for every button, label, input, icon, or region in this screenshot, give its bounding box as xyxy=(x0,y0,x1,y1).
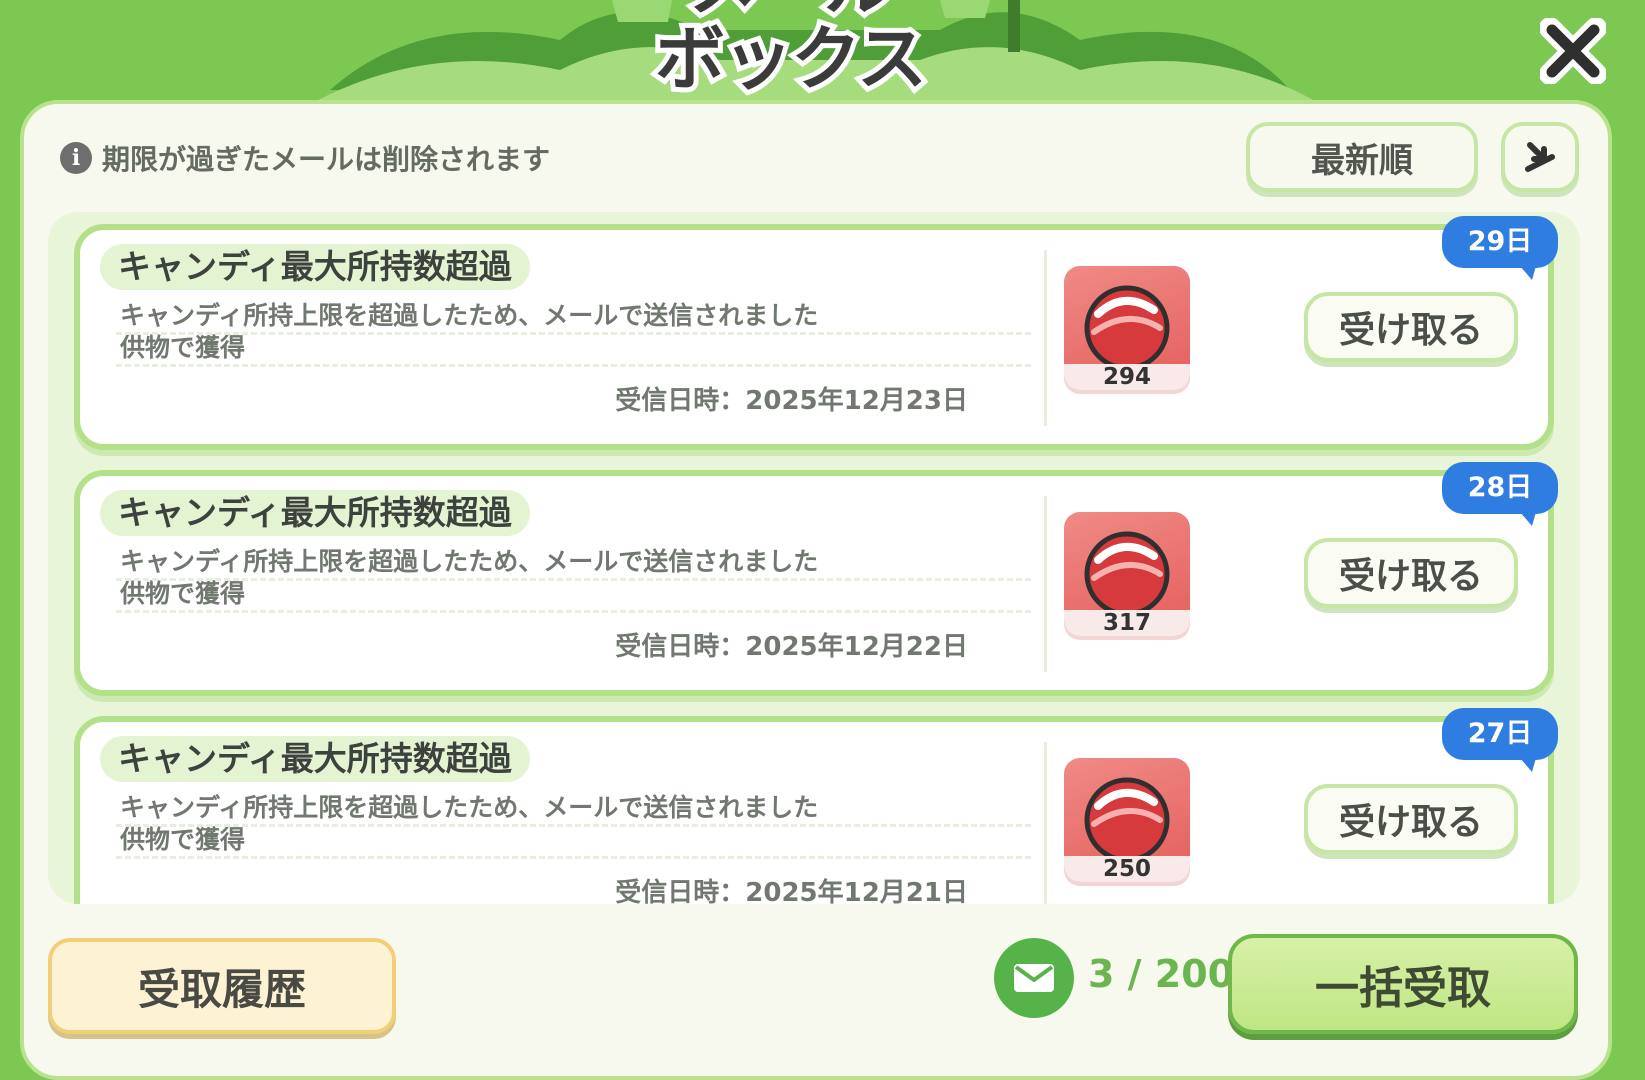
days-remaining-badge: 27日 xyxy=(1442,708,1558,772)
mail-list[interactable]: キャンディ最大所持数超過 キャンディ所持上限を超過したため、メールで送信されまし… xyxy=(48,212,1580,904)
divider xyxy=(116,856,1031,859)
mail-title: キャンディ最大所持数超過 xyxy=(100,244,530,290)
received-date: 受信日時：2025年12月22日 xyxy=(615,632,968,662)
bulk-receive-button[interactable]: 一括受取 xyxy=(1228,934,1578,1034)
expiry-notice: i 期限が過ぎたメールは削除されます xyxy=(60,138,550,178)
mail-item: キャンディ最大所持数超過 キャンディ所持上限を超過したため、メールで送信されまし… xyxy=(74,708,1558,904)
mail-icon xyxy=(994,938,1074,1018)
receive-history-button[interactable]: 受取履歴 xyxy=(48,938,396,1034)
expiry-notice-text: 期限が過ぎたメールは削除されます xyxy=(102,143,551,176)
divider xyxy=(116,332,1031,335)
receive-button[interactable]: 受け取る xyxy=(1304,538,1518,608)
reward-count: 317 xyxy=(1102,610,1151,636)
reward-item: 317 xyxy=(1064,512,1190,636)
sort-direction-icon xyxy=(1525,142,1555,172)
sort-direction-button[interactable] xyxy=(1501,122,1579,192)
mail-item: キャンディ最大所持数超過 キャンディ所持上限を超過したため、メールで送信されまし… xyxy=(74,216,1558,450)
mail-item: キャンディ最大所持数超過 キャンディ所持上限を超過したため、メールで送信されまし… xyxy=(74,462,1558,696)
received-date: 受信日時：2025年12月21日 xyxy=(615,878,968,904)
divider xyxy=(1044,496,1047,672)
info-icon: i xyxy=(60,142,92,174)
receive-button[interactable]: 受け取る xyxy=(1304,784,1518,854)
mail-title: キャンディ最大所持数超過 xyxy=(100,490,530,536)
receive-button[interactable]: 受け取る xyxy=(1304,292,1518,362)
mail-count: 3 / 200 xyxy=(1088,952,1235,996)
sort-order-button[interactable]: 最新順 xyxy=(1246,122,1478,192)
divider xyxy=(1044,250,1047,426)
divider xyxy=(116,824,1031,827)
mail-title: キャンディ最大所持数超過 xyxy=(100,736,530,782)
reward-item: 294 xyxy=(1064,266,1190,390)
mailbox-title: メール ボックス xyxy=(650,0,932,100)
reward-item: 250 xyxy=(1064,758,1190,882)
close-icon[interactable] xyxy=(1540,18,1606,84)
days-remaining-badge: 29日 xyxy=(1442,216,1558,280)
divider xyxy=(116,578,1031,581)
days-remaining-badge: 28日 xyxy=(1442,462,1558,526)
divider xyxy=(116,364,1031,367)
divider xyxy=(1044,742,1047,904)
received-date: 受信日時：2025年12月23日 xyxy=(615,386,968,416)
reward-count: 294 xyxy=(1102,364,1151,390)
divider xyxy=(116,610,1031,613)
reward-count: 250 xyxy=(1102,856,1151,882)
